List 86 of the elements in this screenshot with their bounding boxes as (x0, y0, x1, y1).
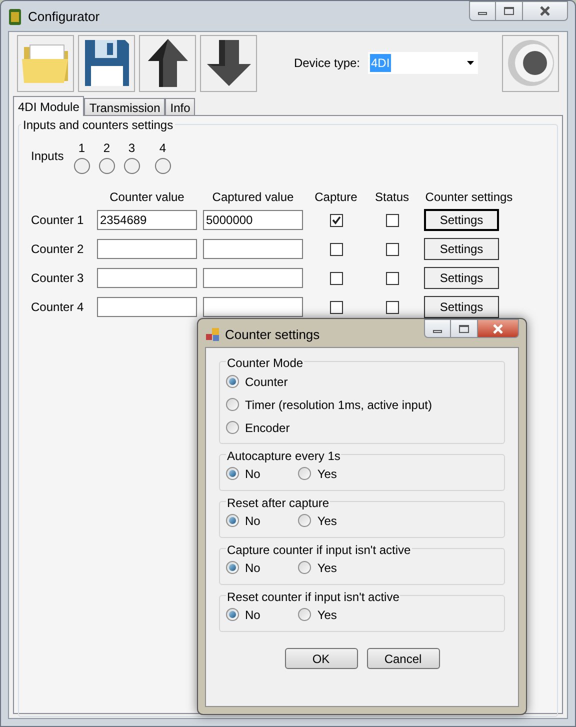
input-number: 4 (159, 140, 166, 157)
checkbox[interactable] (386, 242, 398, 256)
radio-label: Encoder (245, 420, 290, 436)
checkbox[interactable] (330, 300, 342, 314)
radio-label: No (245, 560, 260, 576)
inputs-label: Inputs (31, 148, 64, 165)
checkbox[interactable] (330, 214, 342, 226)
checkbox[interactable] (330, 272, 342, 284)
down-arrow-icon (204, 38, 252, 88)
radio-button[interactable] (298, 514, 312, 527)
connect-button[interactable] (502, 34, 559, 92)
window-title: Configurator (28, 8, 100, 26)
radio-label: Counter (245, 374, 288, 390)
input-number: 2 (103, 140, 110, 157)
download-button[interactable] (200, 34, 257, 92)
checkbox[interactable] (386, 272, 398, 284)
tab[interactable]: Transmission (84, 98, 166, 115)
settings-button[interactable]: Settings (424, 238, 499, 260)
settings-button[interactable]: Settings (424, 267, 499, 289)
input-number: 3 (128, 140, 136, 157)
maximize-button[interactable] (496, 1, 522, 21)
radio-label: Yes (317, 560, 337, 576)
radio-button[interactable] (226, 421, 239, 434)
counter-value-field[interactable] (97, 239, 197, 259)
radio-label: Yes (317, 606, 337, 624)
minimize-button[interactable] (469, 1, 496, 21)
checkbox[interactable] (386, 214, 398, 226)
radio-button[interactable] (298, 608, 312, 621)
tab[interactable]: Info (165, 98, 196, 115)
round-button-icon (506, 38, 556, 88)
column-header: Captured value (211, 189, 295, 206)
radio-button[interactable] (298, 467, 312, 480)
radio-button[interactable] (226, 514, 239, 527)
radio-label: Timer (resolution 1ms, active input) (245, 396, 432, 414)
radio-label: No (245, 466, 260, 482)
counter-label: Counter 3 (31, 270, 85, 287)
input-number: 1 (78, 140, 86, 157)
radio-label: No (245, 606, 260, 624)
app-icon (206, 328, 219, 342)
dropdown-arrow-icon (467, 61, 474, 65)
captured-value-field[interactable] (203, 268, 303, 288)
column-header: Counter value (108, 189, 186, 206)
close-icon (492, 324, 504, 334)
counter-value-field[interactable]: 2354689 (97, 210, 197, 230)
save-button[interactable] (78, 34, 135, 92)
radio-label: No (245, 512, 260, 530)
counter-value-field[interactable] (97, 268, 197, 288)
input-indicator (124, 158, 140, 174)
dialog-button[interactable]: OK (284, 648, 358, 669)
app-icon (8, 8, 22, 26)
counter-value-field[interactable] (97, 297, 197, 317)
column-header: Counter settings (424, 189, 514, 206)
device-type-label: Device type: (294, 55, 360, 72)
radio-button[interactable] (226, 398, 239, 411)
radio-button[interactable] (226, 608, 239, 621)
column-header: Capture (314, 189, 358, 206)
checkbox[interactable] (330, 242, 342, 256)
close-button[interactable] (522, 1, 568, 21)
radio-label: Yes (317, 466, 337, 482)
minimize-button[interactable] (424, 319, 451, 338)
input-indicator (98, 158, 115, 174)
captured-value-field[interactable]: 5000000 (203, 210, 303, 230)
radio-button[interactable] (226, 467, 239, 480)
counter-label: Counter 1 (31, 212, 85, 229)
captured-value-field[interactable] (203, 297, 303, 317)
tab[interactable]: 4DI Module (13, 96, 84, 116)
maximize-button[interactable] (451, 319, 477, 338)
radio-button[interactable] (226, 561, 239, 574)
checkbox[interactable] (386, 300, 398, 314)
settings-button[interactable]: Settings (424, 209, 499, 231)
radio-label: Yes (317, 512, 337, 530)
upload-button[interactable] (139, 34, 196, 92)
counter-label: Counter 4 (31, 299, 85, 316)
close-button[interactable] (477, 319, 519, 338)
input-indicator (154, 158, 171, 174)
close-icon (539, 6, 551, 16)
up-arrow-icon (146, 37, 190, 89)
counter-label: Counter 2 (31, 241, 85, 258)
dialog-button[interactable]: Cancel (366, 648, 440, 669)
dialog-title: Counter settings (225, 326, 320, 344)
radio-button[interactable] (298, 561, 312, 574)
settings-button[interactable]: Settings (424, 296, 499, 318)
radio-button[interactable] (226, 375, 239, 388)
column-header: Status (374, 189, 410, 206)
captured-value-field[interactable] (203, 239, 303, 259)
input-indicator (74, 158, 90, 174)
